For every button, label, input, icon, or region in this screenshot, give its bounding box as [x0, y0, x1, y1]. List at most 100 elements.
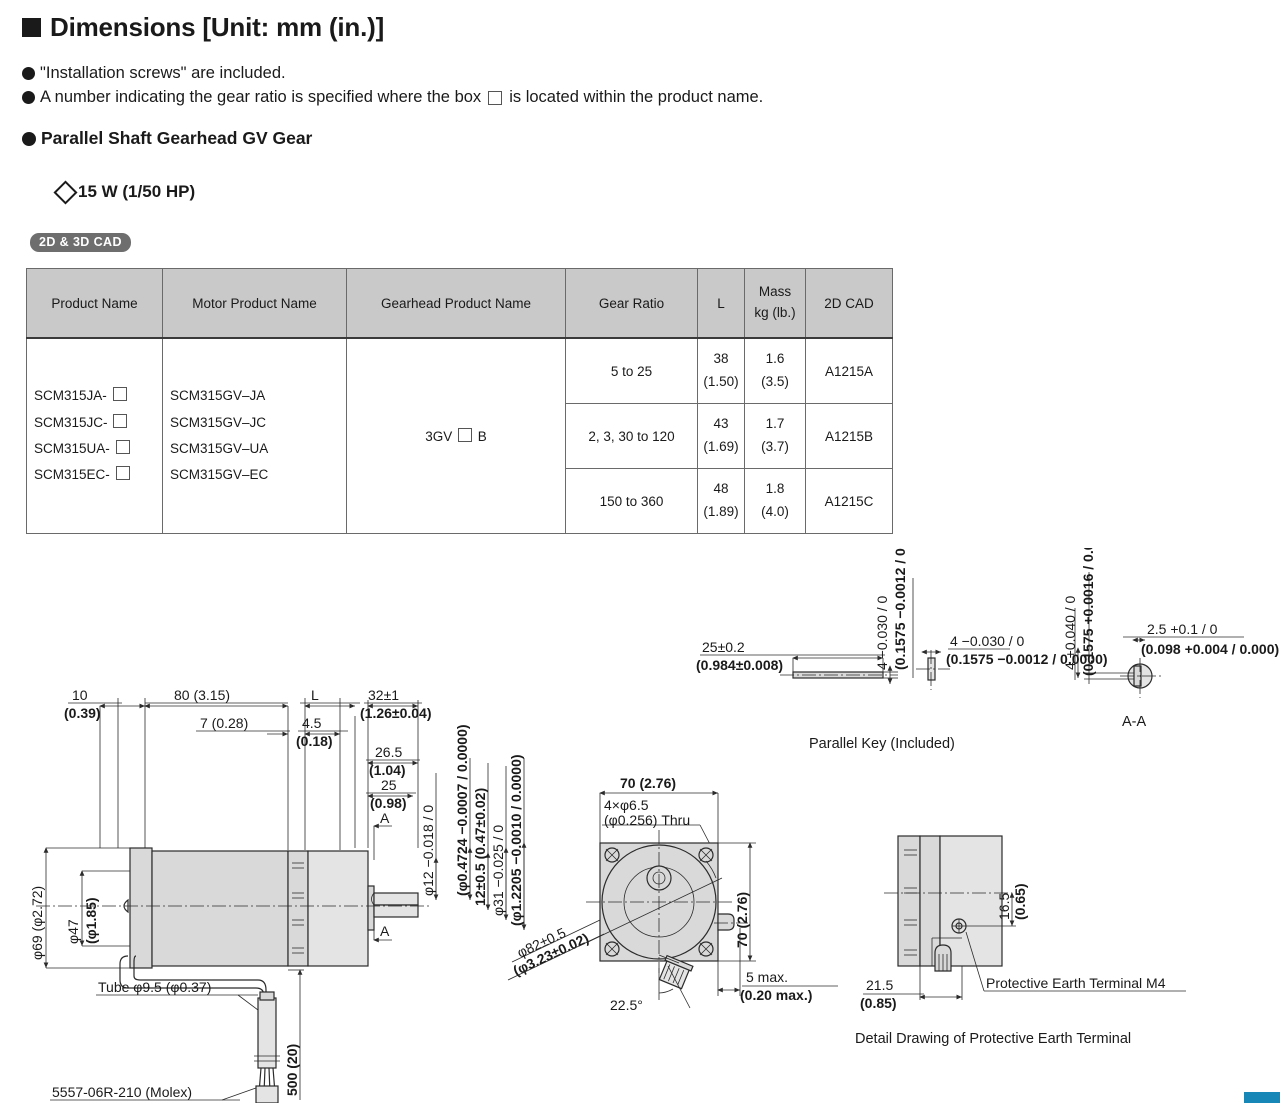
dim-aa-depth: 2.5 +0.1 / 0 (0.098 +0.004 / 0.000)	[1123, 621, 1279, 657]
page-title-text: Dimensions [Unit: mm (in.)]	[50, 12, 385, 42]
square-bullet-icon	[22, 18, 41, 37]
motor-product-name-item: SCM315GV–EC	[170, 467, 269, 483]
l-in: (1.50)	[703, 374, 739, 389]
dim-et-height-mm: 16.5	[996, 893, 1012, 920]
dim-key-length-in: (0.984±0.008)	[696, 657, 783, 673]
dim-80mm: 80 (3.15)	[144, 687, 288, 709]
note-gear-ratio-text-a: A number indicating the gear ratio is sp…	[40, 88, 482, 106]
dim-phi47mm-value: φ47	[65, 919, 81, 944]
empty-box-icon	[115, 440, 130, 454]
dim-5max-mm: 5 max.	[746, 969, 788, 985]
dim-7-value: 7 (0.28)	[200, 715, 248, 731]
datasheet-page: Dimensions [Unit: mm (in.)] "Installatio…	[0, 0, 1280, 1103]
dim-phi31-inch: (φ1.2205 −0.0010 / 0.0000)	[508, 754, 527, 930]
tube-collar	[259, 991, 275, 1001]
table-header-row: Product Name Motor Product Name Gearhead…	[26, 268, 893, 339]
specification-table: Product Name Motor Product Name Gearhead…	[26, 268, 893, 534]
cell-motor-product-names: SCM315GV–JA SCM315GV–JC SCM315GV–UA SCM3…	[162, 337, 347, 534]
cell-2d-cad[interactable]: A1215C	[805, 468, 893, 534]
dim-et-width-mm: 21.5	[866, 977, 893, 993]
dim-phi47in-value: (φ1.85)	[83, 897, 99, 944]
motor-product-name-item: SCM315GV–JA	[170, 388, 266, 404]
cell-2d-cad[interactable]: A1215B	[805, 403, 893, 469]
product-name-item: SCM315EC-	[34, 462, 162, 488]
label-bolt-circle: φ82±0.5 (φ3.23±0.02)	[507, 919, 605, 981]
cell-2d-cad[interactable]: A1215A	[805, 337, 893, 404]
dim-et-width: 21.5 (0.85)	[860, 966, 963, 1011]
label-tube-text: Tube φ9.5 (φ0.37)	[98, 979, 211, 995]
mass-lb: (4.0)	[761, 504, 789, 519]
l-in: (1.69)	[703, 439, 739, 454]
dim-key-width-mm: 4 −0.030 / 0	[950, 633, 1025, 649]
dim-key-length: 25±0.2 (0.984±0.008)	[696, 639, 885, 673]
dim-L: L	[300, 687, 360, 709]
dot-bullet-icon	[22, 67, 35, 80]
section-mark-a-bottom-label: A	[380, 923, 390, 939]
note-gear-ratio-text-b: is located within the product name.	[509, 88, 764, 106]
dimension-drawings: .ol { fill:none; stroke:#2b2b2b; stroke-…	[0, 548, 1280, 1103]
dim-lead-length-value: 500 (20)	[284, 1044, 300, 1096]
empty-box-icon	[113, 413, 128, 428]
section-aa-caption: A-A	[1122, 714, 1147, 730]
mass-kg: 1.6	[765, 351, 785, 367]
label-holes-count: 4×φ6.5	[604, 797, 649, 813]
section-parallel-shaft-gearhead-text: Parallel Shaft Gearhead GV Gear	[41, 128, 313, 148]
dim-key-thickness-in: (0.1575 −0.0012 / 0.0000)	[892, 548, 908, 670]
col-header-mass-bottom: kg (lb.)	[754, 305, 796, 320]
dim-shaft-phi12-inch: (φ0.4724 −0.0007 / 0.0000)	[454, 724, 473, 900]
col-header-mass-top: Mass	[758, 284, 792, 300]
side-view-drawing: 10 (0.39) 80 (3.15) L 32±1 (1.26±0.04) 7…	[29, 687, 527, 1103]
dim-10mm: 10 (0.39)	[64, 687, 145, 721]
label-tube: Tube φ9.5 (φ0.37)	[96, 979, 259, 1011]
dim-phi31-value: φ31 −0.025 / 0	[490, 825, 506, 916]
dim-7mm: 7 (0.28)	[196, 715, 290, 737]
dim-80-value: 80 (3.15)	[174, 687, 230, 703]
l-mm: 48	[713, 481, 729, 497]
col-header-motor-product-name: Motor Product Name	[162, 268, 347, 339]
dim-phi69: φ69 (φ2.72)	[29, 847, 130, 969]
cell-mass: 1.7 (3.7)	[744, 403, 806, 469]
dim-aa-depth-mm: 2.5 +0.1 / 0	[1147, 621, 1218, 637]
col-header-2d-cad: 2D CAD	[805, 268, 893, 339]
dim-angle-value: 22.5°	[610, 997, 643, 1013]
dim-26p5mm-value: 26.5	[375, 744, 402, 760]
dot-bullet-icon	[22, 131, 36, 146]
dim-26p5in-value: (1.04)	[369, 762, 406, 778]
section-mark-a-top-label: A	[380, 810, 390, 826]
dim-phi69-value: φ69 (φ2.72)	[29, 886, 45, 960]
cell-l: 48 (1.89)	[697, 468, 745, 534]
dim-aa-height-in: (0.1575 +0.0016 / 0.0000)	[1080, 548, 1096, 676]
label-holes-thru: (φ0.256) Thru	[604, 812, 690, 828]
dim-32in-value: (1.26±0.04)	[360, 705, 432, 721]
label-connector-text: 5557-06R-210 (Molex)	[52, 1084, 192, 1100]
dim-aa-height-mm: 4 +0.040 / 0	[1062, 595, 1078, 670]
motor-body	[307, 850, 369, 967]
dim-32mm: 32±1 (1.26±0.04)	[360, 687, 432, 721]
cell-l: 43 (1.69)	[697, 403, 745, 469]
cad-badge[interactable]: 2D & 3D CAD	[30, 233, 131, 252]
dim-front-height-value: 70 (2.76)	[734, 892, 750, 948]
parallel-key-drawing: 25±0.2 (0.984±0.008) 4 −0.030 / 0 (0.157…	[696, 548, 1108, 752]
subsection-power-rating: 15 W (1/50 HP)	[53, 179, 195, 205]
shaft-base	[367, 885, 375, 931]
page-accent-tab	[1244, 1092, 1280, 1103]
page-title: Dimensions [Unit: mm (in.)]	[22, 12, 384, 43]
dim-25mm: 25 (0.98)	[366, 777, 416, 811]
dim-front-width-value: 70 (2.76)	[620, 775, 676, 791]
mass-lb: (3.5)	[761, 374, 789, 389]
cell-gear-ratio: 150 to 360	[565, 468, 698, 534]
empty-box-icon	[488, 90, 503, 105]
section-aa-drawing: 4 +0.040 / 0 (0.1575 +0.0016 / 0.0000) 2…	[1062, 548, 1279, 730]
dim-et-height-in: (0.65)	[1012, 883, 1028, 920]
dim-4p5in-value: (0.18)	[296, 733, 333, 749]
drawings-svg: .ol { fill:none; stroke:#2b2b2b; stroke-…	[29, 548, 1279, 1103]
l-mm: 43	[713, 416, 729, 432]
earth-terminal-drawing: 16.5 (0.65) 21.5 (0.85) Protective Earth…	[855, 835, 1186, 1047]
dim-L-value: L	[311, 687, 319, 703]
dim-32mm-value: 32±1	[368, 687, 399, 703]
label-mounting-holes: 4×φ6.5 (φ0.256) Thru	[602, 797, 713, 849]
earth-terminal-caption: Detail Drawing of Protective Earth Termi…	[855, 1031, 1131, 1047]
dim-aa-depth-in: (0.098 +0.004 / 0.000)	[1141, 641, 1279, 657]
section-mark-a-top: A	[373, 810, 392, 860]
note-installation-screws-text: "Installation screws" are included.	[40, 64, 286, 82]
